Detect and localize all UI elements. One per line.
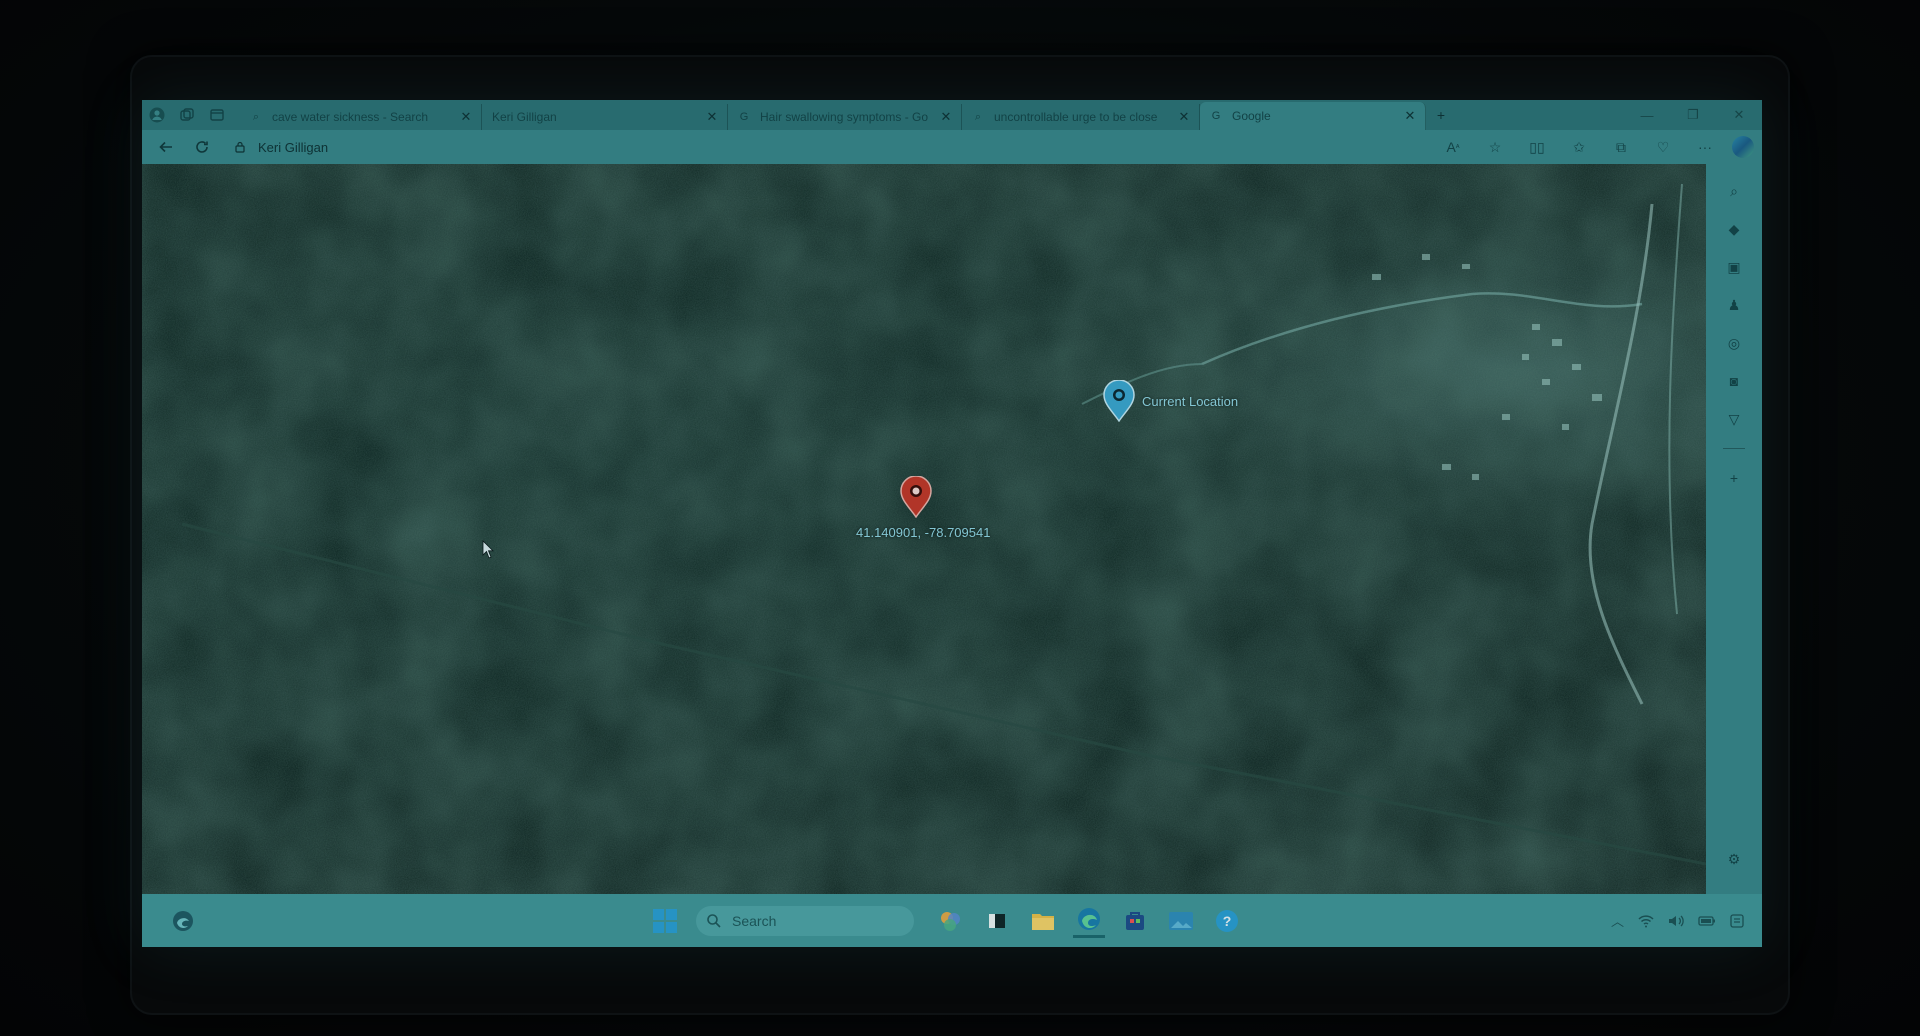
coordinates-pin[interactable] xyxy=(899,476,933,518)
tab-label: uncontrollable urge to be close xyxy=(994,110,1158,124)
tab-uncontrollable-urge[interactable]: ⌕ uncontrollable urge to be close ✕ xyxy=(962,104,1200,130)
url-field[interactable]: Keri Gilligan xyxy=(234,134,1234,160)
taskbar-search-box[interactable]: Search xyxy=(696,905,914,936)
current-location-pin[interactable] xyxy=(1102,380,1136,422)
refresh-button[interactable] xyxy=(184,132,220,162)
back-button[interactable] xyxy=(148,132,184,162)
volume-icon[interactable] xyxy=(1668,914,1684,928)
persona-icon[interactable]: ♟ xyxy=(1719,290,1749,320)
search-icon: ⌕ xyxy=(974,111,982,123)
url-text: Keri Gilligan xyxy=(258,139,329,155)
profile-icon[interactable] xyxy=(142,100,172,130)
photos-app-icon[interactable] xyxy=(1165,905,1197,937)
satellite-map[interactable]: Current Location 41.140901, -78.709541 xyxy=(142,164,1706,894)
taskbar-center: Search ? xyxy=(652,894,1250,947)
notification-icon[interactable] xyxy=(1730,913,1744,928)
tab-actions-icon[interactable] xyxy=(202,100,232,130)
lock-icon xyxy=(235,141,245,153)
copilot-icon[interactable] xyxy=(1732,136,1754,158)
maximize-icon[interactable]: ❐ xyxy=(1670,100,1716,130)
laptop-screen: ⌕ cave water sickness - Search ✕ Keri Gi… xyxy=(142,100,1762,947)
browser-toolbar: Aᴬ ☆ ▯▯ ✩ ⧉ ♡ ··· xyxy=(1432,133,1762,161)
favorites-icon[interactable]: ✩ xyxy=(1558,133,1600,161)
file-explorer-icon[interactable] xyxy=(1027,905,1059,937)
collections-icon[interactable]: ⧉ xyxy=(1600,133,1642,161)
tab-strip: ⌕ cave water sickness - Search ✕ Keri Gi… xyxy=(142,100,1762,130)
split-screen-icon[interactable]: ▯▯ xyxy=(1516,133,1558,161)
svg-text:?: ? xyxy=(1223,913,1232,929)
address-bar: Keri Gilligan Aᴬ ☆ ▯▯ ✩ ⧉ ♡ ··· xyxy=(142,130,1762,164)
new-tab-icon[interactable]: + xyxy=(1426,100,1456,130)
back-arrow-icon xyxy=(159,141,172,153)
more-menu-icon[interactable]: ··· xyxy=(1684,133,1726,161)
system-tray: ︿ xyxy=(1597,894,1744,947)
read-aloud-icon[interactable]: Aᴬ xyxy=(1432,133,1474,161)
edge-browser-icon[interactable] xyxy=(1073,903,1105,938)
close-icon[interactable]: ✕ xyxy=(1403,108,1417,124)
outlook-icon[interactable]: ◙ xyxy=(1719,366,1749,396)
google-icon: G xyxy=(739,111,749,123)
drop-icon[interactable]: ▽ xyxy=(1719,404,1749,434)
close-window-icon[interactable]: ✕ xyxy=(1716,100,1762,130)
window-controls: — ❐ ✕ xyxy=(1624,100,1762,130)
coordinates-label: 41.140901, -78.709541 xyxy=(856,525,991,540)
tab-keri-gilligan[interactable]: Keri Gilligan ✕ xyxy=(482,104,728,130)
shopping-tag-icon[interactable]: ◆ xyxy=(1719,214,1749,244)
close-icon[interactable]: ✕ xyxy=(459,109,473,125)
tab-hair-swallowing[interactable]: G Hair swallowing symptoms - Go ✕ xyxy=(728,104,962,130)
start-windows-icon[interactable] xyxy=(652,908,678,934)
search-icon: ⌕ xyxy=(252,111,260,123)
tools-icon[interactable]: ▣ xyxy=(1719,252,1749,282)
wifi-icon[interactable] xyxy=(1638,914,1654,928)
refresh-icon xyxy=(196,141,208,153)
search-icon xyxy=(707,913,721,928)
favorite-star-icon[interactable]: ☆ xyxy=(1474,133,1516,161)
chevron-up-icon[interactable]: ︿ xyxy=(1611,911,1624,930)
help-icon[interactable]: ? xyxy=(1211,905,1243,937)
tab-label: Google xyxy=(1232,109,1271,123)
close-icon[interactable]: ✕ xyxy=(939,109,953,125)
store-icon[interactable] xyxy=(1119,905,1151,937)
tab-label: cave water sickness - Search xyxy=(272,110,429,124)
mouse-cursor-icon xyxy=(482,540,494,559)
google-icon: G xyxy=(1211,110,1221,122)
windows-taskbar: Search ? ︿ xyxy=(142,894,1762,947)
tab-label: Hair swallowing symptoms - Go xyxy=(760,110,929,124)
sidebar-divider xyxy=(1723,448,1745,449)
minimize-icon[interactable]: — xyxy=(1624,100,1670,130)
taskbar-search-placeholder: Search xyxy=(732,912,777,929)
copilot-app-icon[interactable] xyxy=(935,905,967,937)
task-view-icon[interactable] xyxy=(981,905,1013,937)
close-icon[interactable]: ✕ xyxy=(705,109,719,125)
office-icon[interactable]: ◎ xyxy=(1719,328,1749,358)
tab-cave-water-sickness[interactable]: ⌕ cave water sickness - Search ✕ xyxy=(240,104,482,130)
tab-google[interactable]: G Google ✕ xyxy=(1200,102,1426,130)
browser-essentials-icon[interactable]: ♡ xyxy=(1642,133,1684,161)
workspaces-icon[interactable] xyxy=(172,100,202,130)
close-icon[interactable]: ✕ xyxy=(1177,109,1191,125)
settings-gear-icon[interactable]: ⚙ xyxy=(1719,844,1749,874)
battery-icon[interactable] xyxy=(1698,915,1716,927)
add-icon[interactable]: + xyxy=(1719,463,1749,493)
search-icon[interactable]: ⌕ xyxy=(1719,176,1749,206)
current-location-label: Current Location xyxy=(1142,394,1239,409)
edge-widget-icon[interactable] xyxy=(172,910,194,932)
edge-sidebar: ⌕ ◆ ▣ ♟ ◎ ◙ ▽ + ⚙ xyxy=(1706,164,1762,894)
tab-label: Keri Gilligan xyxy=(492,110,557,124)
scene: ⌕ cave water sickness - Search ✕ Keri Gi… xyxy=(0,0,1920,1036)
